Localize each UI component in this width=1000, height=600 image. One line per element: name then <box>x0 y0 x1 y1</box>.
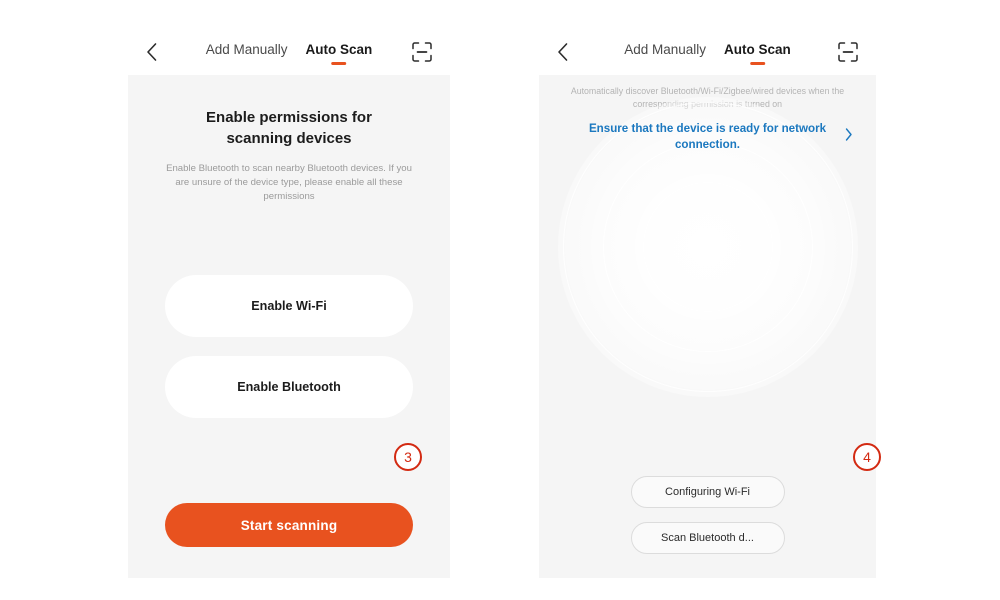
start-scanning-label: Start scanning <box>240 517 338 533</box>
tab-auto-scan[interactable]: Auto Scan <box>306 41 373 65</box>
page-description: Enable Bluetooth to scan nearby Bluetoot… <box>166 163 412 202</box>
tab-add-manually-right[interactable]: Add Manually <box>624 41 706 65</box>
device-ready-link[interactable]: Ensure that the device is ready for netw… <box>563 121 853 153</box>
scan-frame-button-right[interactable] <box>836 40 860 64</box>
step-badge-4: 4 <box>853 443 881 471</box>
chip-scan-bluetooth-label: Scan Bluetooth d... <box>661 532 754 544</box>
scan-frame-icon <box>836 40 860 64</box>
right-tab-bar: Add Manually Auto Scan <box>624 41 791 65</box>
right-header: Add Manually Auto Scan <box>539 28 876 75</box>
chevron-right-icon <box>845 128 853 147</box>
tab-auto-scan-right[interactable]: Auto Scan <box>724 41 791 65</box>
phone-screen-right: Add Manually Auto Scan Automatically dis… <box>539 28 876 578</box>
status-chip-list: Configuring Wi-Fi Scan Bluetooth d... <box>630 476 785 554</box>
phone-screen-left: Add Manually Auto Scan Enable permission… <box>128 28 450 578</box>
page-title: Enable permissions for scanning devices <box>206 109 372 147</box>
enable-wifi-label: Enable Wi-Fi <box>251 299 327 313</box>
chip-configuring-wifi-label: Configuring Wi-Fi <box>665 486 750 498</box>
device-ready-link-label: Ensure that the device is ready for netw… <box>588 122 827 151</box>
back-button[interactable] <box>138 39 164 65</box>
enable-wifi-button[interactable]: Enable Wi-Fi <box>165 275 413 337</box>
radar-center-dot <box>705 244 710 250</box>
left-tab-bar: Add Manually Auto Scan <box>206 41 373 65</box>
enable-bluetooth-label: Enable Bluetooth <box>237 380 341 394</box>
back-button-right[interactable] <box>549 39 575 65</box>
enable-bluetooth-button[interactable]: Enable Bluetooth <box>165 356 413 418</box>
left-screen-body: Enable permissions for scanning devices … <box>128 75 450 578</box>
scan-frame-button[interactable] <box>410 40 434 64</box>
screenshot-canvas: Add Manually Auto Scan Enable permission… <box>0 0 1000 600</box>
chip-configuring-wifi[interactable]: Configuring Wi-Fi <box>630 476 785 508</box>
chip-scan-bluetooth[interactable]: Scan Bluetooth d... <box>630 522 785 554</box>
scan-frame-icon <box>410 40 434 64</box>
chevron-left-icon <box>145 42 158 62</box>
left-header: Add Manually Auto Scan <box>128 28 450 75</box>
start-scanning-button[interactable]: Start scanning <box>165 503 413 547</box>
chevron-left-icon <box>556 42 569 62</box>
step-badge-3: 3 <box>394 443 422 471</box>
right-screen-body: Automatically discover Bluetooth/Wi-Fi/Z… <box>539 75 876 578</box>
tab-add-manually[interactable]: Add Manually <box>206 41 288 65</box>
